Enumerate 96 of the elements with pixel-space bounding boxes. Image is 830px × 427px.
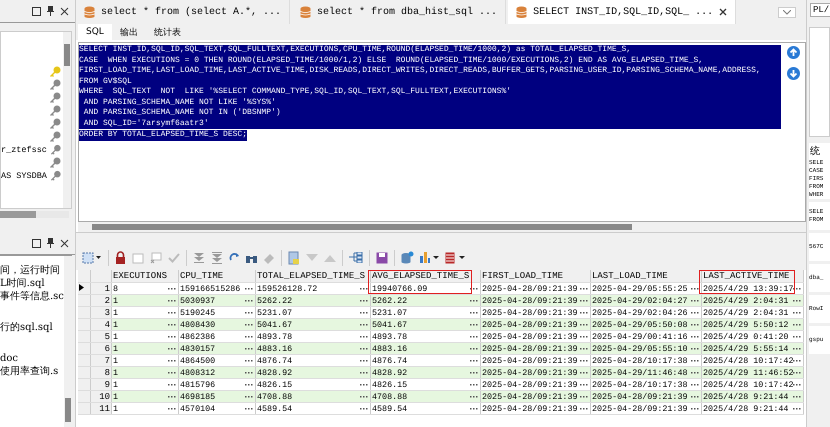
table-cell: 5231.07 (372, 308, 408, 318)
table-cell: 2025/4/28 10:17:42 (703, 380, 794, 390)
table-cell: 19940766.09 (372, 284, 428, 294)
table-cell: 4864500 (180, 356, 216, 366)
table-cell: 5231.07 (257, 308, 292, 318)
table-cell: 1 (113, 308, 118, 318)
table-cell: 2025-04-28/09:21:39 (482, 380, 578, 390)
file-item[interactable]: L时间.sql (0, 277, 64, 290)
table-cell: 5190245 (180, 308, 216, 318)
table-cell: 2025-04-29/05:55:10 (592, 344, 688, 354)
table-cell: 2025-04-28/09:21:39 (482, 404, 578, 414)
table-cell: 1 (113, 320, 118, 330)
table-cell: 4826.15 (372, 380, 408, 390)
table-cell: 5262.22 (257, 296, 292, 306)
table-cell: 4808430 (180, 320, 216, 330)
editor-tab[interactable]: SELECT INST_ID,SQL_ID,SQL_ ... (508, 0, 736, 24)
sub-tab[interactable]: SQL (78, 24, 112, 40)
table-cell: 4589.54 (372, 404, 408, 414)
file-item[interactable]: doc (0, 352, 64, 365)
table-cell: 4570104 (180, 404, 216, 414)
table-cell: 159166515286 (180, 284, 240, 294)
file-item[interactable]: 间，运行时间 (0, 264, 64, 277)
table-cell: 8 (113, 284, 118, 294)
table-cell: 2025-04-28/09:21:39 (482, 356, 578, 366)
table-cell: 4876.74 (372, 356, 408, 366)
panel-button[interactable]: PL/ (810, 3, 830, 17)
table-cell: 1 (113, 356, 118, 366)
table-cell: 4893.78 (372, 332, 408, 342)
file-item[interactable]: 使用率查询.s (0, 365, 64, 378)
column-header[interactable]: LAST_ACTIVE_TIME (702, 270, 804, 282)
column-header[interactable]: CPU_TIME (178, 270, 256, 282)
table-cell: 2025/4/29 0:41:20 (703, 332, 788, 342)
table-cell: 2025/4/29 11:46:52 (703, 368, 794, 378)
table-cell: 2025-04-28/09:21:39 (482, 368, 578, 378)
table-cell: 2025/4/29 13:39:17 (703, 284, 794, 294)
table-cell: 2025-04-28/09:21:39 (482, 284, 578, 294)
table-cell: 2025-04-28/09:21:39 (482, 320, 578, 330)
table-cell: 2025-04-29/02:04:26 (592, 308, 688, 318)
table-cell: 1 (113, 392, 118, 402)
table-cell: 4808312 (180, 368, 216, 378)
table-cell: 2025-04-28/09:21:39 (592, 404, 688, 414)
table-cell: 1 (113, 332, 118, 342)
table-cell: 5262.22 (372, 296, 408, 306)
table-cell: 1 (113, 380, 118, 390)
table-cell: 1 (113, 344, 118, 354)
column-header[interactable]: EXECUTIONS (112, 270, 178, 282)
table-cell: 2025-04-28/09:21:39 (482, 332, 578, 342)
table-cell: 4893.78 (257, 332, 292, 342)
table-cell: 2025/4/28 10:17:42 (703, 356, 794, 366)
table-cell: 5041.67 (372, 320, 408, 330)
table-cell: 2025-04-29/00:41:16 (592, 332, 688, 342)
table-cell: 2025-04-28/09:21:39 (592, 392, 688, 402)
table-cell: 159526128.72 (257, 284, 318, 294)
table-cell: 2025-04-29/05:55:25 (592, 284, 688, 294)
file-item[interactable]: 事件等信息.sc (0, 290, 64, 303)
table-cell: 4862386 (180, 332, 216, 342)
table-cell: 4876.74 (257, 356, 292, 366)
table-cell: 2025/4/29 5:50:12 (703, 320, 788, 330)
column-header[interactable]: LAST_LOAD_TIME (590, 270, 702, 282)
table-cell: 2025/4/29 2:04:31 (703, 296, 788, 306)
table-cell: 4589.54 (257, 404, 292, 414)
column-header[interactable]: FIRST_LOAD_TIME (480, 270, 590, 282)
table-cell: 2025-04-28/09:21:39 (482, 344, 578, 354)
file-item[interactable]: 行的sql.sql (0, 321, 64, 334)
table-cell: 4826.15 (257, 380, 292, 390)
table-cell: 2025-04-28/10:17:38 (592, 380, 688, 390)
table-cell: 4883.16 (257, 344, 292, 354)
table-cell: 5030937 (180, 296, 216, 306)
table-cell: 2025/4/28 9:21:44 (703, 392, 788, 402)
table-cell: 2025/4/29 5:55:14 (703, 344, 788, 354)
column-header[interactable]: TOTAL_ELAPSED_TIME_S (256, 270, 370, 282)
table-cell: 2025-04-29/11:46:48 (592, 368, 688, 378)
table-cell: 2025-04-29/02:04:27 (592, 296, 688, 306)
table-cell: 4828.92 (257, 368, 292, 378)
column-header[interactable]: AVG_ELAPSED_TIME_S (370, 270, 480, 282)
table-cell: 4883.16 (372, 344, 408, 354)
table-cell: 2025-04-28/09:21:39 (482, 392, 578, 402)
table-cell: 2025/4/28 9:21:44 (703, 404, 788, 414)
table-cell: 4708.88 (372, 392, 408, 402)
table-cell: 1 (113, 368, 118, 378)
table-cell: 2025-04-28/09:21:39 (482, 296, 578, 306)
connection-label[interactable]: r_ztefssc (1, 145, 47, 155)
table-cell: 4830157 (180, 344, 216, 354)
table-cell: 4708.88 (257, 392, 292, 402)
table-cell: 5041.67 (257, 320, 292, 330)
table-cell: 1 (113, 404, 118, 414)
table-cell: 2025-04-29/05:50:08 (592, 320, 688, 330)
table-cell: 4815796 (180, 380, 216, 390)
panel-heading: 统 (810, 144, 820, 158)
table-cell: 2025-04-28/09:21:39 (482, 308, 578, 318)
table-cell: 2025-04-28/10:17:38 (592, 356, 688, 366)
table-cell: 1 (113, 296, 118, 306)
table-cell: 4698185 (180, 392, 216, 402)
table-cell: 2025/4/29 2:04:31 (703, 308, 788, 318)
table-cell: 4828.92 (372, 368, 408, 378)
connection-label[interactable]: AS SYSDBA (1, 171, 47, 181)
